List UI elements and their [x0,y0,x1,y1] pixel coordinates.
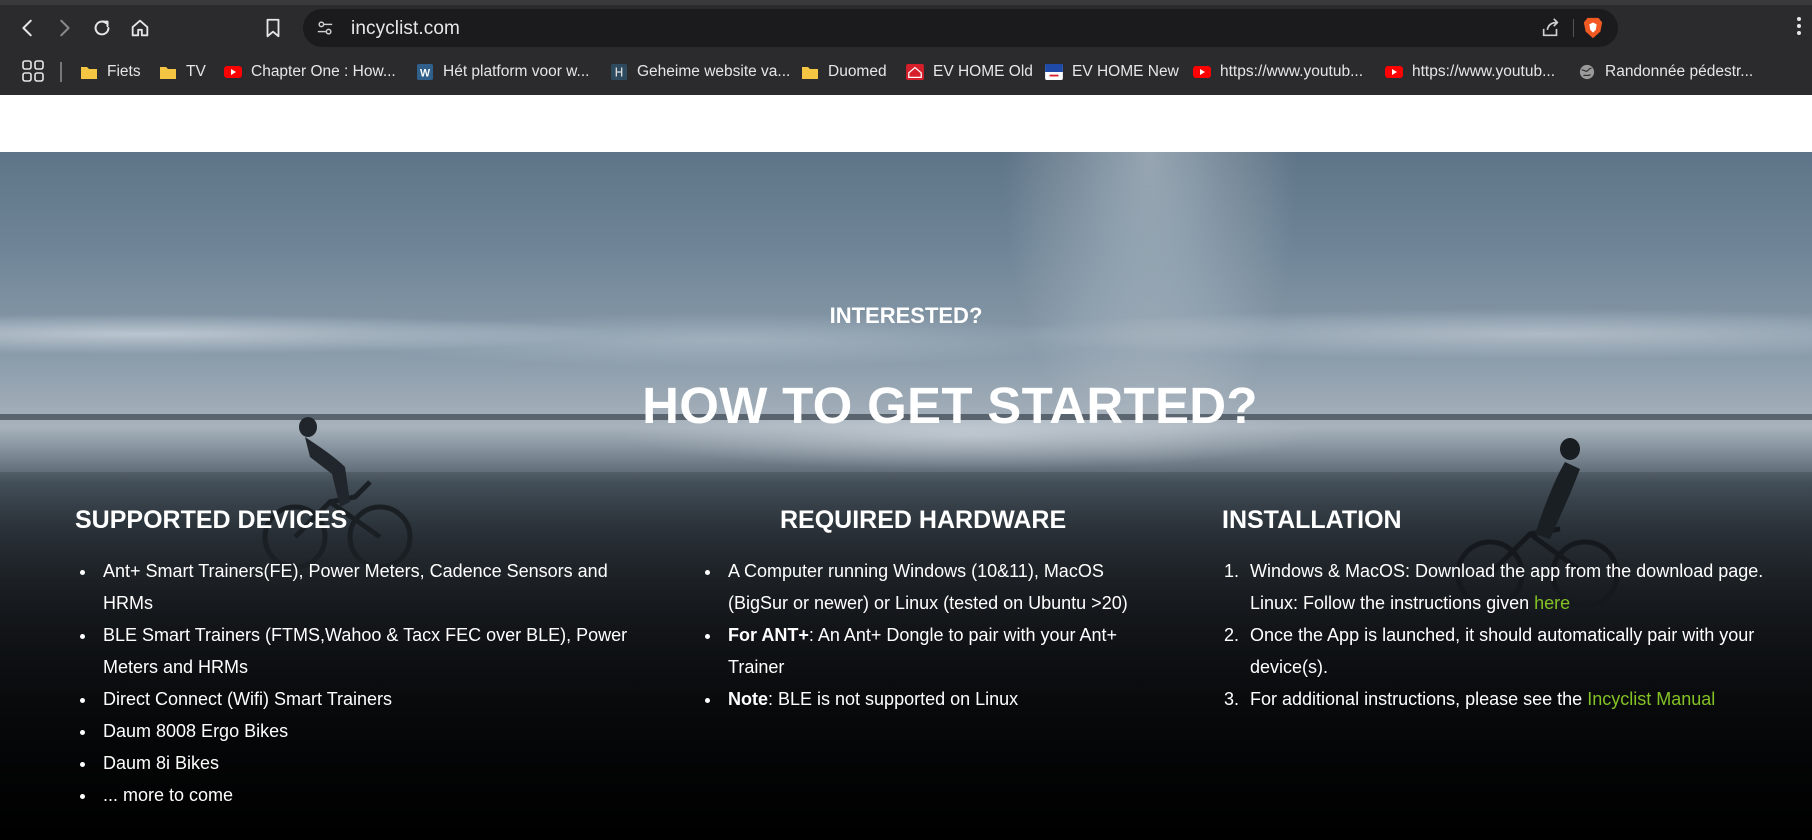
reload-button[interactable] [88,14,116,42]
w-site-icon: W [417,64,433,80]
back-arrow-icon [22,19,32,37]
bookmark-label: TV [186,63,206,80]
bookmark-page-button[interactable] [259,14,287,42]
step1-linux-text: Linux: Follow the instructions given [1250,593,1535,613]
list-item: A Computer running Windows (10&11), MacO… [722,555,1130,619]
ant-label: For ANT+ [728,625,809,645]
urlbar-divider [1573,19,1574,37]
ev-home-new-icon [1045,64,1063,80]
youtube-icon [1385,66,1403,78]
site-icon [611,64,627,80]
bookmark-duomed[interactable]: Duomed [801,60,887,84]
bookmark-label: Geheime website va... [637,63,791,80]
supported-devices-title: SUPPORTED DEVICES [75,506,348,534]
required-hardware-title: REQUIRED HARDWARE [780,506,1067,534]
list-item: Daum 8008 Ergo Bikes [97,715,645,747]
forward-button[interactable] [50,14,78,42]
folder-icon [160,67,176,79]
note-label: Note [728,689,768,709]
back-button[interactable] [14,14,42,42]
bookmark-youtube-1[interactable]: https://www.youtub... [1193,60,1363,84]
bookmark-randonnee[interactable]: Randonnée pédestr... [1578,60,1753,84]
address-bar[interactable]: incyclist.com [303,9,1618,47]
bookmark-youtube-2[interactable]: https://www.youtub... [1385,60,1555,84]
bookmark-label: Fiets [107,63,141,80]
reload-icon [94,20,110,36]
bookmark-chapter-one[interactable]: Chapter One : How... [224,60,396,84]
bookmark-tv[interactable]: TV [159,60,206,84]
bookmark-geheime-website[interactable]: Geheime website va... [610,60,790,84]
bookmark-label: Chapter One : How... [251,63,396,80]
bookmark-ev-home-old[interactable]: EV HOME Old [906,60,1033,84]
bookmark-label: https://www.youtub... [1220,63,1364,80]
home-button[interactable] [126,14,154,42]
bookmark-label: EV HOME New [1072,63,1179,80]
required-hardware-column: REQUIRED HARDWARE A Computer running Win… [700,506,1130,715]
list-item: For additional instructions, please see … [1244,683,1782,715]
bookmark-label: EV HOME Old [933,63,1033,80]
page-top-bar [0,95,1812,152]
bookmark-icon [266,18,280,38]
list-item: Ant+ Smart Trainers(FE), Power Meters, C… [97,555,645,619]
step3-text: For additional instructions, please see … [1250,689,1588,709]
bookmark-label: https://www.youtub... [1412,63,1556,80]
youtube-icon [1193,66,1211,78]
installation-steps: Windows & MacOS: Download the app from t… [1222,555,1782,715]
bookmark-label: Duomed [828,63,887,80]
linux-instructions-link[interactable]: here [1534,593,1570,613]
supported-devices-column: SUPPORTED DEVICES Ant+ Smart Trainers(FE… [75,506,645,811]
tab-strip-edge [0,0,1812,5]
url-text[interactable]: incyclist.com [351,18,460,40]
list-item: ... more to come [97,779,645,811]
supported-devices-list: Ant+ Smart Trainers(FE), Power Meters, C… [75,555,645,811]
bookmark-label: Hét platform voor w... [443,63,590,80]
svg-text:W: W [420,67,431,79]
globe-icon [1579,64,1595,80]
forward-arrow-icon [60,19,70,37]
bookmark-fiets[interactable]: Fiets [80,60,141,84]
ev-home-icon [906,64,924,80]
bookmark-het-platform[interactable]: W Hét platform voor w... [416,60,589,84]
installation-title: INSTALLATION [1222,506,1402,534]
bookmark-label: Randonnée pédestr... [1605,63,1754,80]
installation-column: INSTALLATION Windows & MacOS: Download t… [1222,506,1782,715]
folder-icon [802,67,818,79]
list-item: Direct Connect (Wifi) Smart Trainers [97,683,645,715]
more-menu-icon[interactable] [1792,14,1806,38]
incyclist-manual-link[interactable]: Incyclist Manual [1587,689,1715,709]
note-text: : BLE is not supported on Linux [768,689,1019,709]
list-item: Note: BLE is not supported on Linux [722,683,1130,715]
section-headline: HOW TO GET STARTED? [642,377,1258,434]
folder-icon [81,67,97,79]
youtube-icon [224,66,242,78]
bookmark-ev-home-new[interactable]: EV HOME New [1045,60,1179,84]
list-item: Daum 8i Bikes [97,747,645,779]
site-settings-icon[interactable] [316,19,334,37]
browser-chrome: incyclist.com Fiets TV Chapter One: How… [0,0,1812,95]
home-icon [131,19,149,37]
section-eyebrow: INTERESTED? [829,303,983,328]
list-item: Windows & MacOS: Download the app from t… [1244,555,1782,619]
step1-windows-text: Windows & MacOS: Download the app from t… [1250,561,1764,581]
list-item: For ANT+: An Ant+ Dongle to pair with yo… [722,619,1130,683]
bookmarks-divider [60,62,62,82]
list-item: Once the App is launched, it should auto… [1244,619,1782,683]
required-hardware-list: A Computer running Windows (10&11), MacO… [700,555,1130,715]
brave-shield-icon[interactable] [1582,16,1604,40]
share-icon[interactable] [1540,17,1562,39]
list-item: BLE Smart Trainers (FTMS,Wahoo & Tacx FE… [97,619,645,683]
bookmarks-bar: Fiets TV Chapter One : How... W Hét plat… [0,56,1812,88]
apps-grid-icon[interactable] [22,60,44,82]
